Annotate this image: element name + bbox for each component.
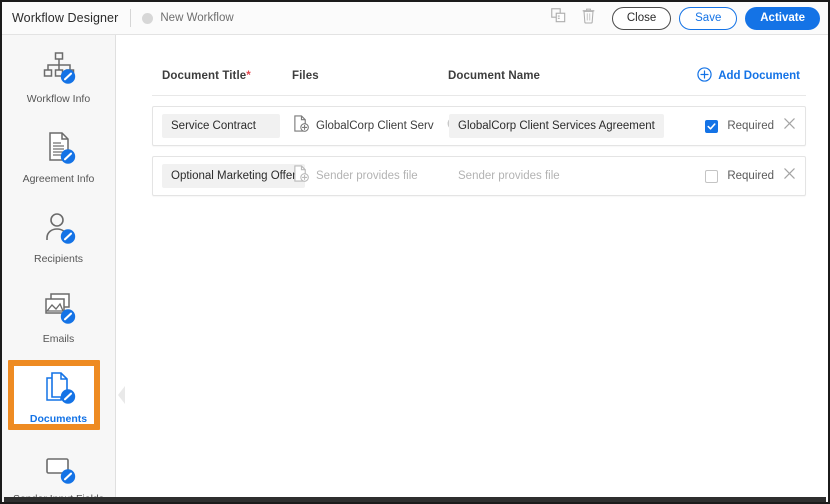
chevron-left-icon — [116, 383, 128, 412]
close-button[interactable]: Close — [611, 6, 672, 30]
remove-row-button[interactable] — [783, 117, 796, 135]
person-icon — [39, 208, 79, 248]
page-title: Workflow Designer — [12, 11, 119, 25]
documents-panel: Document Title* Files Document Name Add … — [116, 35, 828, 502]
sidebar-item-label: Recipients — [33, 253, 84, 266]
add-document-label: Add Document — [718, 70, 800, 82]
toolbar-divider — [130, 9, 132, 27]
column-header-label: Document Title — [162, 70, 247, 82]
add-file-icon — [293, 115, 309, 137]
sidebar-item-label: Documents — [29, 413, 88, 426]
document-lines-icon — [39, 128, 79, 168]
required-checkbox[interactable] — [705, 119, 719, 133]
sidebar-item-label: Workflow Info — [26, 93, 91, 106]
row-controls: Required — [705, 117, 796, 135]
required-label: Required — [727, 170, 774, 182]
row-controls: Required — [705, 167, 796, 185]
sidebar-item-documents[interactable]: Documents — [2, 359, 115, 435]
required-label: Required — [727, 120, 774, 132]
sidebar-item-recipients[interactable]: Recipients — [2, 199, 115, 275]
required-marker: * — [246, 70, 251, 82]
file-name-label: GlobalCorp Client Servic... — [316, 120, 434, 132]
add-file-icon — [293, 165, 309, 187]
file-picker[interactable]: GlobalCorp Client Servic... — [293, 115, 460, 137]
document-name-input[interactable]: GlobalCorp Client Services Agreement — [449, 114, 664, 138]
status-dot-icon — [142, 12, 154, 24]
sidebar-item-emails[interactable]: Emails — [2, 279, 115, 355]
file-name-placeholder: Sender provides file — [316, 170, 418, 182]
remove-row-button[interactable] — [783, 167, 796, 185]
input-field-icon — [39, 448, 79, 488]
sidebar-item-workflow-info[interactable]: Workflow Info — [2, 39, 115, 115]
activate-button[interactable]: Activate — [745, 6, 820, 30]
table-row: Service Contract GlobalCorp Client Servi… — [152, 106, 806, 146]
checkmark-icon — [707, 122, 716, 130]
save-button[interactable]: Save — [679, 6, 738, 30]
delete-button[interactable] — [574, 5, 604, 31]
workflow-status: New Workflow — [142, 12, 234, 24]
copy-icon — [551, 8, 566, 28]
close-icon — [783, 167, 796, 185]
column-header-document-name: Document Name — [448, 70, 541, 82]
column-header-files: Files — [292, 70, 319, 82]
workflow-hierarchy-icon — [39, 48, 79, 88]
duplicate-button[interactable] — [544, 5, 574, 31]
workflow-name: New Workflow — [160, 12, 234, 24]
documents-icon — [39, 368, 79, 408]
sidebar-collapse-button[interactable] — [115, 380, 129, 414]
toolbar-actions: Close Save Activate — [544, 5, 828, 31]
top-toolbar: Workflow Designer New Workflow Close Sav… — [2, 2, 828, 35]
sidebar-item-label: Agreement Info — [22, 173, 95, 186]
add-document-button[interactable]: Add Document — [697, 67, 800, 85]
trash-icon — [581, 8, 596, 29]
sidebar-item-agreement-info[interactable]: Agreement Info — [2, 119, 115, 195]
table-row: Optional Marketing Offer Sender provides… — [152, 156, 806, 196]
sidebar: Workflow Info Agreement Info Recipients … — [2, 35, 116, 502]
close-icon — [783, 117, 796, 135]
document-title-input[interactable]: Service Contract — [162, 114, 280, 138]
plus-circle-icon — [697, 67, 712, 85]
documents-table-header: Document Title* Files Document Name Add … — [152, 57, 806, 96]
document-name-input[interactable]: Sender provides file — [449, 164, 569, 188]
sidebar-item-label: Emails — [42, 333, 75, 346]
workflow-designer-window: Workflow Designer New Workflow Close Sav… — [0, 0, 830, 504]
email-image-icon — [39, 288, 79, 328]
document-title-input[interactable]: Optional Marketing Offer — [162, 164, 306, 188]
file-picker[interactable]: Sender provides file — [293, 165, 418, 187]
sidebar-item-sender-input-fields[interactable]: Sender Input Fields — [2, 439, 115, 502]
required-checkbox[interactable] — [705, 169, 719, 183]
bottom-scrollbar[interactable] — [4, 497, 826, 502]
column-header-document-title: Document Title* — [162, 70, 251, 82]
